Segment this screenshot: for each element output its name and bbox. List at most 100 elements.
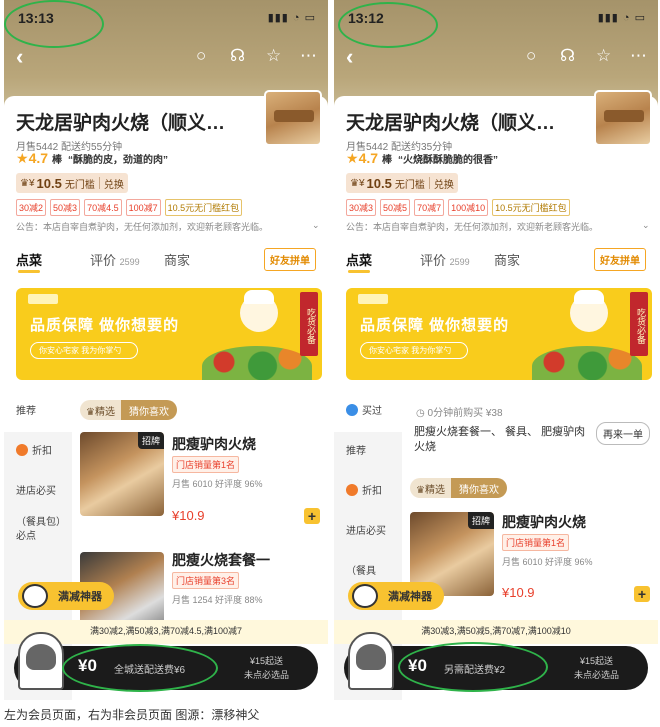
sidebar-item-bought[interactable]: 买过 — [334, 392, 402, 432]
sidebar-label: 买过 — [362, 406, 382, 417]
chevron-down-icon[interactable]: ⌄ — [642, 220, 650, 231]
group-order-button[interactable]: 好友拼单 — [264, 248, 316, 271]
customer-service-icon[interactable]: ☊ — [560, 46, 575, 66]
highlight-circle — [398, 642, 548, 692]
member-phone-screen: 13:13 ▮▮▮ ◔ ▭ ‹ ○ ☊ ☆ ⋯ 天龙居驴肉火烧（顺义… 月售54… — [4, 0, 328, 700]
more-icon[interactable]: ⋯ — [630, 46, 647, 66]
coupon-tag: 10.5元无门槛红包 — [164, 199, 243, 216]
redeem-button[interactable]: 兑换 — [434, 176, 454, 191]
tab-reviews[interactable]: 评价 2599 — [420, 250, 470, 269]
shop-name[interactable]: 天龙居驴肉火烧（顺义… — [346, 108, 555, 135]
chef-hat — [244, 290, 274, 304]
mascot-icon — [22, 584, 48, 608]
rating-value: 4.7 — [28, 150, 49, 166]
chevron-down-icon[interactable]: ⌄ — [312, 220, 320, 231]
rating-row: ★4.7 棒 “酥脆的皮，劲道的肉” — [16, 150, 168, 167]
more-icon[interactable]: ⋯ — [300, 46, 317, 66]
tab-merchant[interactable]: 商家 — [164, 250, 190, 269]
sidebar-item-utensils[interactable]: （餐具包）必点 — [4, 512, 72, 568]
sales-rank-tag: 门店销量第1名 — [172, 456, 240, 473]
rating-row: ★4.7 棒 “火烧酥酥脆脆的很香” — [346, 150, 498, 167]
vip-amount: 10.5 — [36, 175, 62, 191]
discount-helper-button[interactable]: 满减神器 — [348, 582, 444, 610]
tab-reviews-label: 评价 — [420, 253, 447, 268]
banner-scroll: 吃货必备 — [300, 292, 318, 356]
shop-name[interactable]: 天龙居驴肉火烧（顺义… — [16, 108, 225, 135]
redeem-button[interactable]: 兑换 — [104, 176, 124, 191]
item-sales: 月售 6010 好评度 96% — [172, 479, 263, 489]
vip-coupon[interactable]: ♛ ¥10.5 无门槛 兑换 — [16, 173, 128, 193]
filter-toggle[interactable]: ♛精选 猜你喜欢 — [80, 400, 177, 420]
add-to-cart-button[interactable]: + — [304, 508, 320, 524]
discount-helper-label: 满减神器 — [58, 591, 102, 603]
top-nav: ‹ ○ ☊ ☆ ⋯ — [4, 44, 328, 70]
item-name[interactable]: 肥瘦驴肉火烧 — [502, 512, 586, 532]
add-to-cart-button[interactable]: + — [634, 586, 650, 602]
filter-selected-label: 精选 — [94, 407, 115, 418]
sidebar-item-must-buy[interactable]: 进店必买 — [334, 512, 402, 552]
coupon-tag: 10.5元无门槛红包 — [492, 199, 570, 216]
filter-selected-label: 精选 — [424, 485, 445, 496]
sidebar-label: 折扣 — [32, 446, 52, 457]
tab-order[interactable]: 点菜 — [346, 250, 372, 269]
food-image[interactable]: 招牌 — [80, 432, 164, 516]
sidebar-item-recommend[interactable]: 推荐 — [334, 432, 402, 472]
filter-toggle[interactable]: ♛精选 猜你喜欢 — [410, 478, 507, 498]
sidebar-item-discount[interactable]: 折扣 — [334, 472, 402, 512]
filter-selected[interactable]: ♛精选 — [410, 478, 451, 498]
item-name[interactable]: 肥瘦火烧套餐一 — [172, 550, 270, 570]
search-icon[interactable]: ○ — [526, 46, 536, 66]
filter-selected[interactable]: ♛精选 — [80, 400, 121, 420]
review-count: 2599 — [119, 257, 140, 267]
item-price: ¥10.9 — [172, 508, 205, 523]
reorder-button[interactable]: 再来一单 — [596, 422, 650, 445]
bag-icon — [346, 404, 358, 416]
vip-desc: 无门槛 — [394, 179, 425, 191]
signature-badge: 招牌 — [137, 432, 164, 449]
discount-tag: 50减3 — [50, 199, 81, 216]
filter-guess[interactable]: 猜你喜欢 — [120, 400, 177, 420]
vip-coupon[interactable]: ♛ ¥10.5 无门槛 兑换 — [346, 173, 458, 193]
filter-guess[interactable]: 猜你喜欢 — [450, 478, 507, 498]
cart-bag-icon[interactable] — [18, 632, 64, 690]
top-nav: ‹ ○ ☊ ☆ ⋯ — [334, 44, 658, 70]
promo-banner[interactable]: 品质保障 做你想要的 你安心宅家 我为你掌勺 吃货必备 — [346, 288, 652, 380]
sidebar-item-discount[interactable]: 折扣 — [4, 432, 72, 472]
sidebar-item-recommend[interactable]: 推荐 — [4, 392, 72, 432]
group-order-button[interactable]: 好友拼单 — [594, 248, 646, 271]
star-icon[interactable]: ☆ — [266, 46, 281, 66]
star-rating-icon: ★ — [16, 150, 29, 166]
item-name[interactable]: 肥瘦驴肉火烧 — [172, 434, 256, 454]
sidebar-item-must-buy[interactable]: 进店必买 — [4, 472, 72, 512]
back-arrow-icon[interactable]: ‹ — [346, 44, 353, 70]
tab-merchant[interactable]: 商家 — [494, 250, 520, 269]
divider — [98, 177, 100, 189]
discount-icon — [346, 484, 358, 496]
discount-tag: 30减2 — [16, 199, 47, 216]
shop-notice[interactable]: 公告：本店自宰自煮驴肉，无任何添加剂，欢迎新老顾客光临。 ⌄ — [16, 220, 320, 233]
cart-bag-icon[interactable] — [348, 632, 394, 690]
required-item-note: 未点必选品 — [244, 670, 290, 680]
search-icon[interactable]: ○ — [196, 46, 206, 66]
rating-label: 棒 — [382, 155, 393, 166]
sidebar-label: 折扣 — [362, 486, 382, 497]
sales-rank-tag: 门店销量第1名 — [502, 534, 570, 551]
review-count: 2599 — [449, 257, 470, 267]
mascot-icon — [352, 584, 378, 608]
shop-notice[interactable]: 公告：本店自宰自煮驴肉，无任何添加剂，欢迎新老顾客光临。 ⌄ — [346, 220, 650, 233]
banner-subtitle: 你安心宅家 我为你掌勺 — [360, 342, 469, 359]
discount-helper-button[interactable]: 满减神器 — [18, 582, 114, 610]
discount-tag: 70减4.5 — [84, 199, 122, 216]
highlight-circle — [4, 0, 104, 48]
tab-order[interactable]: 点菜 — [16, 250, 42, 269]
minimum-order-amount: ¥15起送 — [579, 656, 614, 666]
star-icon[interactable]: ☆ — [596, 46, 611, 66]
banner-subtitle: 你安心宅家 我为你掌勺 — [30, 342, 139, 359]
promo-banner[interactable]: 品质保障 做你想要的 你安心宅家 我为你掌勺 吃货必备 — [16, 288, 322, 380]
tab-reviews[interactable]: 评价 2599 — [90, 250, 140, 269]
back-arrow-icon[interactable]: ‹ — [16, 44, 23, 70]
notice-text: 公告：本店自宰自煮驴肉，无任何添加剂，欢迎新老顾客光临。 — [346, 222, 599, 232]
minimum-order: ¥15起送 未点必选品 — [244, 654, 289, 682]
clock-icon: ◷ — [416, 408, 428, 419]
customer-service-icon[interactable]: ☊ — [230, 46, 245, 66]
